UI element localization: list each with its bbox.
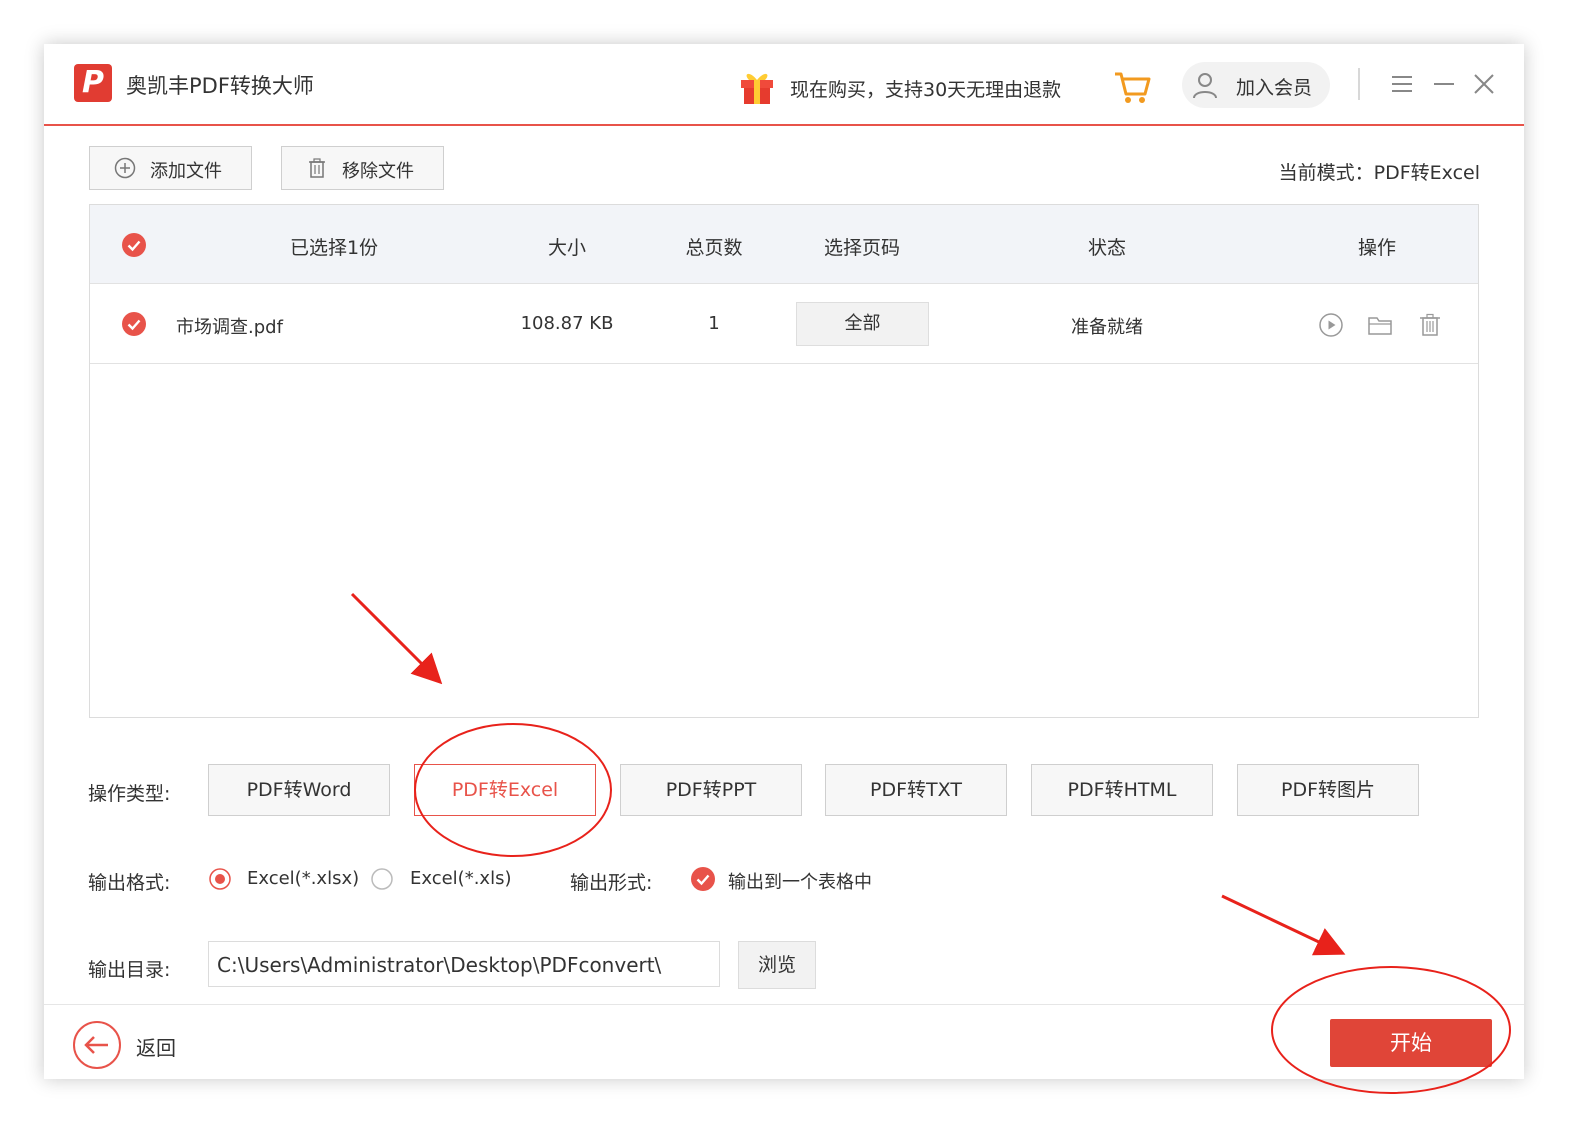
file-size: 108.87 KB <box>520 313 614 334</box>
close-icon[interactable] <box>1470 70 1498 98</box>
type-pdf-html[interactable]: PDF转HTML <box>1031 764 1213 816</box>
type-pdf-txt[interactable]: PDF转TXT <box>825 764 1007 816</box>
single-sheet-checkbox[interactable] <box>691 867 715 891</box>
folder-icon[interactable] <box>1367 312 1393 338</box>
back-arrow-icon[interactable] <box>72 1020 122 1070</box>
table-row[interactable]: 市场调查.pdf 108.87 KB 1 全部 准备就绪 <box>90 285 1478 364</box>
output-form-label: 输出形式: <box>570 872 653 894</box>
header-status: 状态 <box>1087 237 1127 259</box>
header-pages: 总页数 <box>685 237 743 259</box>
minimize-icon[interactable] <box>1430 70 1458 98</box>
radio-xlsx-label[interactable]: Excel(*.xlsx) <box>247 868 359 889</box>
title-divider <box>1358 68 1360 100</box>
promo-text[interactable]: 现在购买，支持30天无理由退款 <box>790 75 1061 102</box>
user-icon <box>1193 73 1217 99</box>
radio-xls-label[interactable]: Excel(*.xls) <box>410 868 511 889</box>
file-pages: 1 <box>708 313 720 334</box>
output-path-field[interactable]: C:\Users\Administrator\Desktop\PDFconver… <box>208 941 720 987</box>
row-checkbox[interactable] <box>122 312 146 336</box>
page-range-button[interactable]: 全部 <box>796 302 929 346</box>
select-all-checkbox[interactable] <box>122 233 146 257</box>
output-dir-label: 输出目录: <box>88 959 171 981</box>
type-pdf-word[interactable]: PDF转Word <box>208 764 390 816</box>
type-pdf-image[interactable]: PDF转图片 <box>1237 764 1419 816</box>
footer-divider <box>44 1004 1524 1005</box>
header-size: 大小 <box>547 237 587 259</box>
remove-file-label: 移除文件 <box>342 161 414 182</box>
output-format-label: 输出格式: <box>88 872 171 894</box>
app-title: 奥凯丰PDF转换大师 <box>126 74 314 98</box>
cart-icon[interactable] <box>1112 66 1152 106</box>
join-member-label: 加入会员 <box>1236 77 1313 99</box>
header-page-select: 选择页码 <box>823 237 901 259</box>
trash-icon <box>309 158 325 178</box>
file-name: 市场调查.pdf <box>176 317 283 338</box>
type-pdf-excel[interactable]: PDF转Excel <box>414 764 596 816</box>
radio-xlsx[interactable] <box>209 868 231 890</box>
remove-file-button[interactable]: 移除文件 <box>281 146 444 190</box>
delete-icon[interactable] <box>1417 312 1443 338</box>
operation-type-label: 操作类型: <box>88 783 171 805</box>
header-actions: 操作 <box>1357 237 1397 259</box>
file-status: 准备就绪 <box>1071 317 1143 338</box>
add-file-button[interactable]: 添加文件 <box>89 146 252 190</box>
plus-circle-icon <box>114 157 136 179</box>
radio-xls[interactable] <box>371 868 393 890</box>
app-window: P 奥凯丰PDF转换大师 现在购买，支持30天无理由退款 加入会员 添加文件 移… <box>44 44 1524 1079</box>
current-mode: 当前模式：PDF转Excel <box>1278 162 1480 184</box>
start-button[interactable]: 开始 <box>1330 1019 1492 1067</box>
type-pdf-ppt[interactable]: PDF转PPT <box>620 764 802 816</box>
file-table: 已选择1份 大小 总页数 选择页码 状态 操作 市场调查.pdf 108.87 … <box>89 204 1479 718</box>
play-icon[interactable] <box>1318 312 1344 338</box>
header-selected: 已选择1份 <box>289 237 379 259</box>
table-header: 已选择1份 大小 总页数 选择页码 状态 操作 <box>90 205 1478 284</box>
add-file-label: 添加文件 <box>150 161 222 182</box>
browse-button[interactable]: 浏览 <box>738 941 816 989</box>
back-label[interactable]: 返回 <box>136 1032 176 1061</box>
gift-icon[interactable] <box>737 66 777 106</box>
app-logo: P <box>74 64 112 102</box>
single-sheet-label[interactable]: 输出到一个表格中 <box>728 868 872 894</box>
join-member-button[interactable]: 加入会员 <box>1182 62 1330 108</box>
menu-icon[interactable] <box>1388 70 1416 98</box>
title-bar: P 奥凯丰PDF转换大师 现在购买，支持30天无理由退款 加入会员 <box>44 44 1524 126</box>
